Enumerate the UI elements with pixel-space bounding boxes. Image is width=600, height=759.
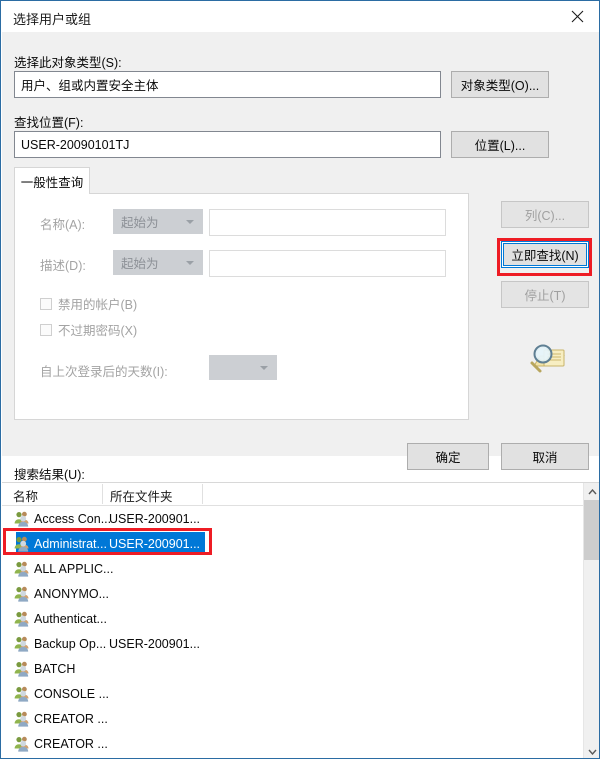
window-title: 选择用户或组 [13, 12, 92, 27]
group-icon [14, 735, 31, 752]
table-row[interactable]: Backup Op... USER-200901... [2, 631, 584, 656]
cancel-button[interactable]: 取消 [501, 443, 589, 470]
row-folder: USER-200901... [109, 636, 201, 651]
general-query-panel: 名称(A): 起始为 描述(D): 起始为 禁用的帐户(B) 不过期密码(X) … [14, 193, 469, 420]
row-name: Backup Op... [34, 636, 107, 651]
row-name: CREATOR ... [34, 711, 108, 726]
name-value-input[interactable] [209, 209, 446, 236]
chevron-down-icon [587, 749, 597, 755]
disabled-accounts-checkbox[interactable]: 禁用的帐户(B) [40, 294, 137, 313]
days-since-logon-select[interactable] [209, 355, 277, 380]
table-row[interactable]: CREATOR ... [2, 731, 584, 756]
search-results-label: 搜索结果(U): [14, 468, 85, 482]
tab-general-query[interactable]: 一般性查询 [14, 167, 90, 194]
search-results-list: 名称 所在文件夹 Access Con... USER-200901... Admi… [2, 482, 599, 758]
row-name: CONSOLE ... [34, 686, 110, 701]
ok-button[interactable]: 确定 [407, 443, 489, 470]
name-condition-select[interactable]: 起始为 [113, 209, 203, 234]
group-icon [14, 560, 31, 577]
table-row[interactable]: BATCH [2, 656, 584, 681]
magnifier-folder-icon [524, 340, 568, 380]
list-rows: Access Con... USER-200901... Administrat..… [2, 506, 584, 758]
object-type-input[interactable]: 用户、组或内置安全主体 [14, 71, 441, 98]
row-name: CREATOR ... [34, 736, 108, 751]
group-icon [14, 535, 31, 552]
name-condition-value: 起始为 [121, 216, 159, 230]
group-icon [14, 710, 31, 727]
non-expiring-password-checkbox[interactable]: 不过期密码(X) [40, 320, 137, 339]
group-icon [14, 685, 31, 702]
disabled-accounts-label: 禁用的帐户(B) [58, 298, 138, 312]
group-icon [14, 660, 31, 677]
description-condition-select[interactable]: 起始为 [113, 250, 203, 275]
column-divider[interactable] [202, 484, 203, 504]
name-label: 名称(A): [40, 218, 86, 232]
list-scrollbar[interactable] [583, 483, 599, 758]
location-input[interactable]: USER-20090101TJ [14, 131, 441, 158]
row-folder: USER-200901... [109, 536, 201, 551]
stop-button[interactable]: 停止(T) [501, 281, 589, 308]
close-button[interactable] [555, 2, 599, 31]
scroll-down-button[interactable] [584, 743, 599, 758]
list-column-headers: 名称 所在文件夹 [2, 483, 584, 506]
description-condition-value: 起始为 [121, 257, 159, 271]
group-icon [14, 585, 31, 602]
group-icon [14, 610, 31, 627]
table-row[interactable]: ANONYMO... [2, 581, 584, 606]
row-folder: USER-200901... [109, 511, 201, 526]
table-row[interactable]: Access Con... USER-200901... [2, 506, 584, 531]
title-bar: 选择用户或组 [2, 2, 599, 33]
column-header-folder[interactable]: 所在文件夹 [110, 486, 173, 505]
days-since-logon-label: 自上次登录后的天数(I): [40, 365, 168, 379]
row-name: ANONYMO... [34, 586, 110, 601]
object-type-label: 选择此对象类型(S): [14, 56, 122, 70]
select-users-or-groups-dialog: 选择用户或组 选择此对象类型(S): 用户、组或内置安全主体 对象类型(O)..… [0, 0, 600, 759]
chevron-down-icon [186, 260, 194, 265]
row-name: Authenticat... [34, 611, 107, 626]
checkbox-box [40, 323, 52, 336]
row-name: BATCH [34, 661, 76, 676]
table-row[interactable]: Authenticat... [2, 606, 584, 631]
description-label: 描述(D): [40, 259, 86, 273]
checkbox-box [40, 297, 52, 310]
row-name: ALL APPLIC... [34, 561, 114, 576]
non-expiring-password-label: 不过期密码(X) [58, 324, 138, 338]
column-header-name[interactable]: 名称 [13, 486, 38, 505]
chevron-down-icon [260, 365, 268, 370]
column-divider[interactable] [102, 484, 103, 504]
group-icon [14, 635, 31, 652]
object-types-button[interactable]: 对象类型(O)... [451, 71, 549, 98]
table-row[interactable]: ALL APPLIC... [2, 556, 584, 581]
group-icon [14, 510, 31, 527]
close-icon [571, 10, 584, 23]
scroll-up-button[interactable] [584, 483, 599, 500]
chevron-down-icon [186, 219, 194, 224]
locations-button[interactable]: 位置(L)... [451, 131, 549, 158]
find-now-button[interactable]: 立即查找(N) [501, 241, 589, 268]
scrollbar-thumb[interactable] [584, 500, 599, 560]
query-tabs: 一般性查询 [14, 167, 469, 194]
chevron-up-icon [587, 488, 597, 494]
description-value-input[interactable] [209, 250, 446, 277]
row-name: Administrat... [34, 536, 107, 551]
columns-button[interactable]: 列(C)... [501, 201, 589, 228]
table-row[interactable]: CREATOR ... [2, 706, 584, 731]
location-label: 查找位置(F): [14, 116, 84, 130]
row-name: Access Con... [34, 511, 112, 526]
table-row[interactable]: Administrat... USER-200901... [2, 531, 584, 556]
table-row[interactable]: CONSOLE ... [2, 681, 584, 706]
